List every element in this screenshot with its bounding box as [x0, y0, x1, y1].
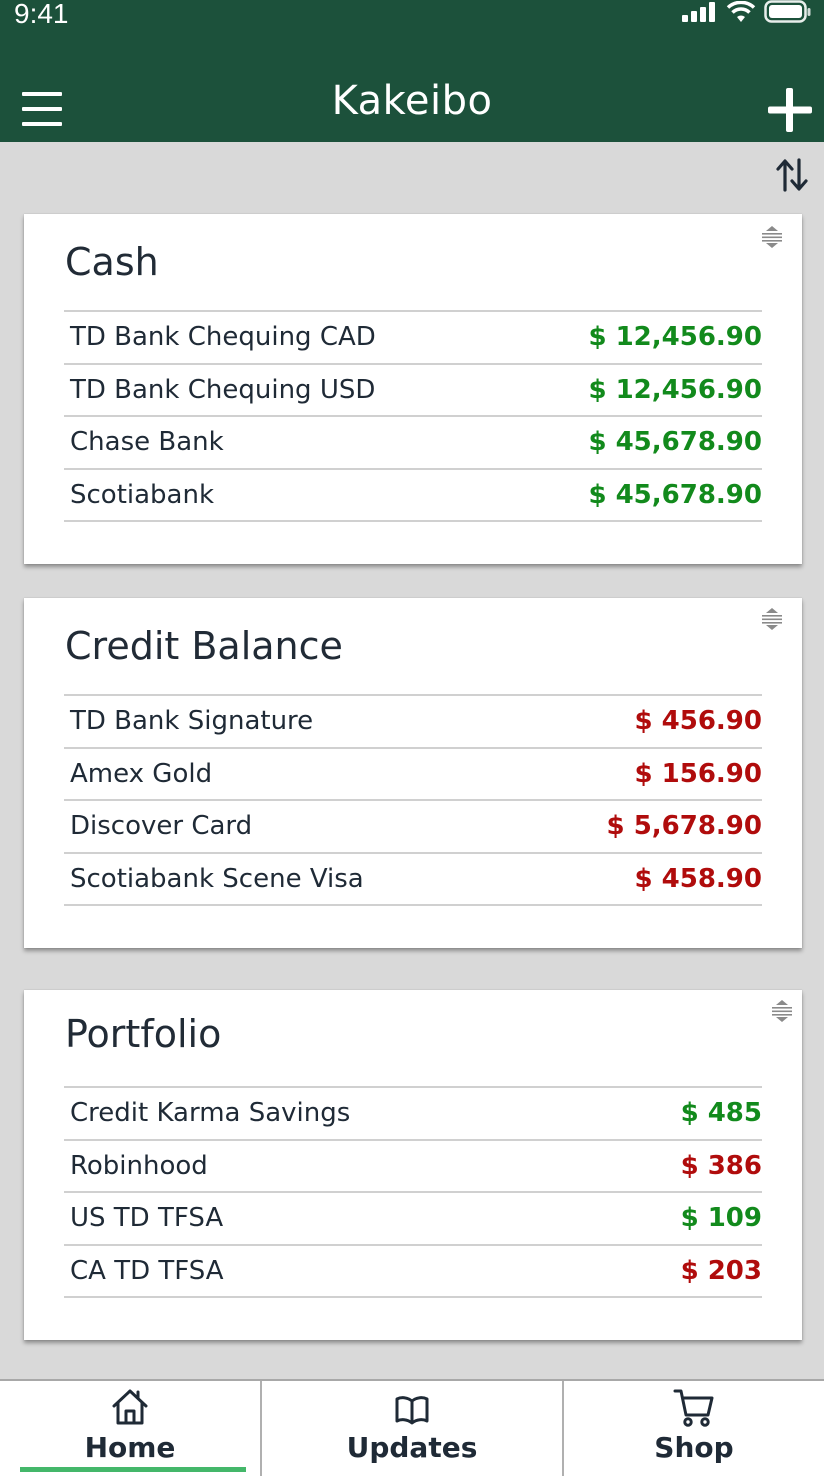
section-title: Cash: [65, 240, 159, 284]
account-amount: $ 156.90: [634, 758, 762, 789]
battery-icon: [764, 0, 811, 23]
account-row[interactable]: TD Bank Chequing USD $ 12,456.90: [64, 365, 762, 417]
status-bar: 9:41: [0, 0, 824, 44]
account-name: Scotiabank: [70, 479, 215, 510]
status-icons: [682, 0, 812, 24]
account-row[interactable]: CA TD TFSA $ 203: [64, 1246, 762, 1298]
account-amount: $ 12,456.90: [588, 374, 762, 405]
active-tab-indicator: [20, 1467, 246, 1472]
account-name: Credit Karma Savings: [70, 1098, 351, 1129]
tab-label: Updates: [346, 1431, 478, 1464]
account-name: Amex Gold: [70, 758, 213, 789]
book-icon: [395, 1396, 429, 1425]
account-amount: $ 458.90: [634, 863, 762, 894]
account-name: Robinhood: [70, 1150, 208, 1181]
tab-label: Home: [84, 1431, 176, 1464]
portfolio-card: Portfolio Credit Karma Savings $ 485 Rob…: [24, 990, 802, 1340]
tab-shop[interactable]: Shop: [564, 1381, 824, 1476]
account-row[interactable]: US TD TFSA $ 109: [64, 1193, 762, 1246]
account-list: Credit Karma Savings $ 485 Robinhood $ 3…: [64, 1086, 762, 1298]
drag-handle-icon[interactable]: [760, 606, 784, 632]
tab-bar: Home Updates Shop: [0, 1379, 824, 1476]
account-row[interactable]: Amex Gold $ 156.90: [64, 749, 762, 801]
account-name: CA TD TFSA: [70, 1255, 224, 1286]
account-row[interactable]: Discover Card $ 5,678.90: [64, 801, 762, 854]
account-row[interactable]: Credit Karma Savings $ 485: [64, 1088, 762, 1141]
account-row[interactable]: Chase Bank $ 45,678.90: [64, 417, 762, 470]
drag-handle-icon[interactable]: [770, 998, 794, 1024]
account-row[interactable]: TD Bank Chequing CAD $ 12,456.90: [64, 312, 762, 365]
account-amount: $ 386: [680, 1150, 762, 1181]
account-name: TD Bank Chequing CAD: [70, 322, 376, 353]
account-amount: $ 203: [680, 1255, 762, 1286]
status-time: 9:41: [14, 0, 69, 29]
account-list: TD Bank Chequing CAD $ 12,456.90 TD Bank…: [64, 310, 762, 522]
tab-updates[interactable]: Updates: [262, 1381, 562, 1476]
account-row[interactable]: Robinhood $ 386: [64, 1141, 762, 1193]
wifi-icon: [726, 1, 756, 22]
account-name: Discover Card: [70, 811, 253, 842]
credit-balance-card: Credit Balance TD Bank Signature $ 456.9…: [24, 598, 802, 948]
account-amount: $ 109: [680, 1203, 762, 1234]
account-amount: $ 45,678.90: [588, 479, 762, 510]
plus-icon[interactable]: [766, 86, 814, 134]
drag-handle-icon[interactable]: [760, 224, 784, 250]
account-name: US TD TFSA: [70, 1203, 224, 1234]
section-title: Credit Balance: [65, 624, 343, 668]
account-name: TD Bank Chequing USD: [70, 374, 376, 405]
page-title: Kakeibo: [331, 78, 493, 124]
account-list: TD Bank Signature $ 456.90 Amex Gold $ 1…: [64, 694, 762, 906]
account-amount: $ 45,678.90: [588, 427, 762, 458]
account-amount: $ 12,456.90: [588, 322, 762, 353]
tab-label: Shop: [654, 1431, 734, 1464]
home-icon: [112, 1389, 148, 1425]
account-name: Scotiabank Scene Visa: [70, 863, 364, 894]
tab-home[interactable]: Home: [0, 1381, 260, 1476]
account-row[interactable]: TD Bank Signature $ 456.90: [64, 696, 762, 749]
cart-icon: [673, 1389, 714, 1427]
account-row[interactable]: Scotiabank Scene Visa $ 458.90: [64, 854, 762, 906]
account-amount: $ 456.90: [634, 706, 762, 737]
account-amount: $ 5,678.90: [606, 811, 762, 842]
account-name: TD Bank Signature: [70, 706, 314, 737]
account-name: Chase Bank: [70, 427, 224, 458]
account-amount: $ 485: [680, 1098, 762, 1129]
account-row[interactable]: Scotiabank $ 45,678.90: [64, 470, 762, 522]
cash-card: Cash TD Bank Chequing CAD $ 12,456.90 TD…: [24, 214, 802, 564]
signal-icon: [682, 2, 715, 22]
nav-bar: Kakeibo: [0, 44, 824, 142]
sort-arrows-icon[interactable]: [774, 156, 810, 194]
section-title: Portfolio: [65, 1012, 222, 1056]
